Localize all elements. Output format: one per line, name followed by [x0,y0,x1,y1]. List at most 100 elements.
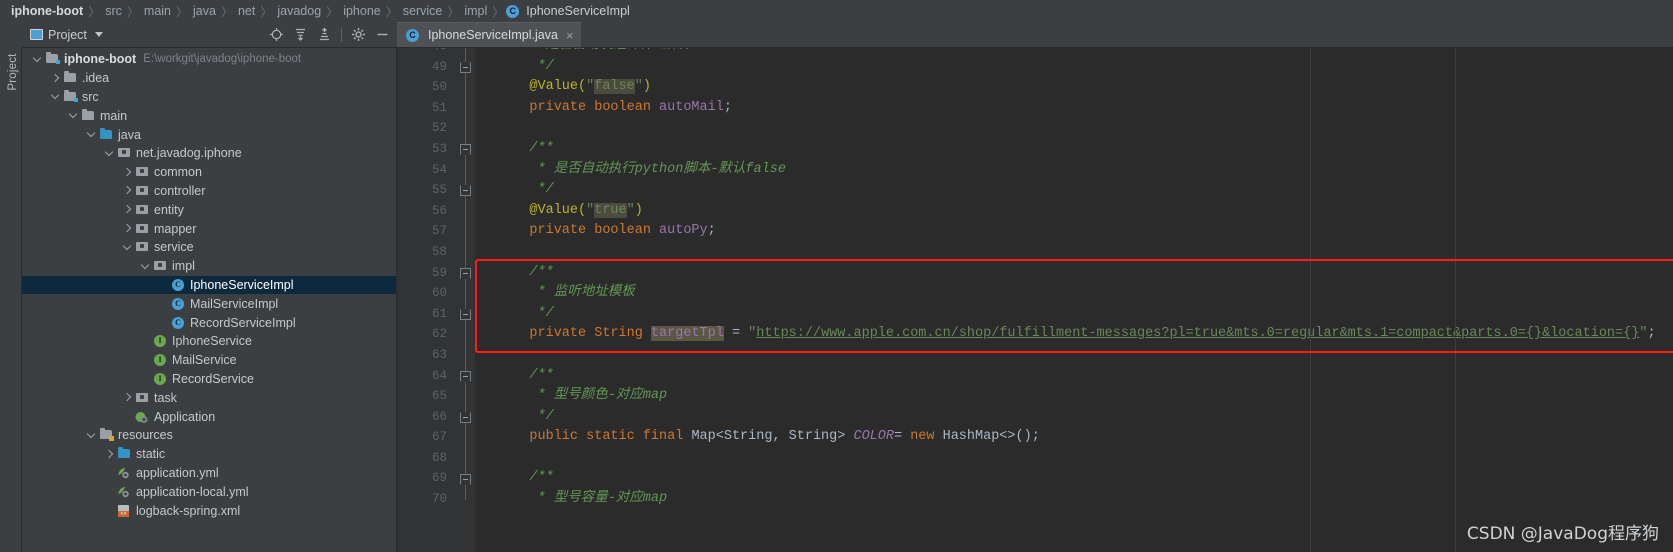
chevron-down-icon[interactable] [50,91,61,102]
tree-node-static[interactable]: static [22,445,396,464]
code-line[interactable] [475,242,1673,263]
chevron-down-icon[interactable] [104,148,115,159]
code-line[interactable]: * 是否自动发送邮件-默认false [475,48,1673,57]
breadcrumb-item-8[interactable]: impl [461,4,490,18]
chevron-right-icon[interactable] [122,185,133,196]
breadcrumb-item-4[interactable]: net [235,4,258,18]
hide-panel-icon[interactable] [375,27,390,42]
fold-toggle-69[interactable] [460,473,471,485]
code-line[interactable]: /** [475,139,1673,160]
chevron-right-icon[interactable] [50,73,61,84]
tree-node-application-yml[interactable]: application.yml [22,464,396,483]
breadcrumb-item-7[interactable]: service [400,4,446,18]
code-line[interactable]: */ [475,57,1673,78]
code-line[interactable]: public static final Map<String, String> … [475,427,1673,448]
line-number: 70 [431,492,447,507]
breadcrumb-item-1[interactable]: src [102,4,125,18]
code-line[interactable]: * 是否自动执行python脚本-默认false [475,160,1673,181]
breadcrumb-leaf[interactable]: IphoneServiceImpl [523,4,633,18]
code-line[interactable]: private String targetTpl = "https://www.… [475,324,1673,345]
tree-node-recordserviceimpl[interactable]: C RecordServiceImpl [22,313,396,332]
rail-button-project[interactable]: Project [7,50,19,94]
tree-node--idea[interactable]: .idea [22,69,396,88]
code-line[interactable]: */ [475,180,1673,201]
code-line[interactable] [475,448,1673,469]
watermark: CSDN @JavaDog程序狗 [1466,524,1659,544]
tree-node-main[interactable]: main [22,106,396,125]
code-editor[interactable]: 48 49 50 51 52 53 54 55 56 57 58 59 60 61 62 63 64 65 66 67… [397,48,1673,552]
code-folding-column[interactable] [457,48,475,552]
line-number: 63 [431,347,447,362]
fold-toggle-64[interactable] [460,370,471,382]
code-content[interactable]: * 是否自动发送邮件-默认false */ @Value("false") pr… [475,48,1673,552]
tree-node-recordservice[interactable]: I RecordService [22,370,396,389]
code-line[interactable]: * 型号颜色-对应map [475,386,1673,407]
tree-node-iphoneservice[interactable]: I IphoneService [22,332,396,351]
tree-node-src[interactable]: src [22,88,396,107]
code-line[interactable]: @Value("true") [475,201,1673,222]
tree-node-impl[interactable]: impl [22,257,396,276]
chevron-down-icon[interactable] [86,430,97,441]
tree-node-mailserviceimpl[interactable]: C MailServiceImpl [22,294,396,313]
breadcrumb-item-0[interactable]: iphone-boot [8,4,86,18]
fold-toggle-66[interactable] [460,411,471,423]
code-line[interactable]: /** [475,468,1673,489]
code-line[interactable]: private boolean autoPy; [475,221,1673,242]
tree-node-application-local-yml[interactable]: application-local.yml [22,482,396,501]
tree-node-mapper[interactable]: mapper [22,219,396,238]
tree-node-common[interactable]: common [22,163,396,182]
chevron-down-icon[interactable] [94,32,103,37]
tree-node-service[interactable]: service [22,238,396,257]
chevron-down-icon[interactable] [140,261,151,272]
locate-icon[interactable] [269,27,284,42]
editor-tab-iphoneserviceimpl[interactable]: C IphoneServiceImpl.java × [397,22,581,47]
tree-node-net-javadog-iphone[interactable]: net.javadog.iphone [22,144,396,163]
line-number: 52 [431,121,447,136]
fold-toggle-49[interactable] [460,61,471,73]
chevron-right-icon[interactable] [122,392,133,403]
tree-node-mailservice[interactable]: I MailService [22,351,396,370]
code-line[interactable]: */ [475,407,1673,428]
code-line[interactable]: @Value("false") [475,77,1673,98]
class-icon: C [406,28,419,42]
code-line[interactable]: private boolean autoMail; [475,98,1673,119]
breadcrumb-item-6[interactable]: iphone [340,4,384,18]
code-line[interactable]: /** [475,263,1673,284]
tree-node-iphone-boot[interactable]: iphone-boot E:\workgit\javadog\iphone-boo… [22,50,396,69]
chevron-right-icon[interactable] [122,204,133,215]
tree-node-java[interactable]: java [22,125,396,144]
project-title-group[interactable]: Project [22,28,103,42]
tree-node-entity[interactable]: entity [22,200,396,219]
chevron-right-icon[interactable] [104,449,115,460]
fold-toggle-61[interactable] [460,308,471,320]
chevron-right-icon[interactable] [122,223,133,234]
gear-icon[interactable] [351,27,366,42]
collapse-all-icon[interactable] [317,27,332,42]
code-line[interactable]: * 型号容量-对应map [475,489,1673,510]
chevron-down-icon[interactable] [122,242,133,253]
chevron-down-icon[interactable] [86,129,97,140]
tree-node-iphoneserviceimpl[interactable]: C IphoneServiceImpl [22,275,396,295]
code-line[interactable] [475,118,1673,139]
code-line[interactable]: */ [475,304,1673,325]
tree-node-application[interactable]: Application [22,407,396,426]
fold-toggle-55[interactable] [460,185,471,197]
chevron-down-icon[interactable] [32,54,43,65]
chevron-right-icon[interactable] [122,167,133,178]
tree-node-resources[interactable]: resources [22,426,396,445]
close-icon[interactable]: × [566,28,574,43]
code-line[interactable] [475,345,1673,366]
code-line[interactable]: * 监听地址模板 [475,283,1673,304]
breadcrumb-item-3[interactable]: java [190,4,219,18]
chevron-down-icon[interactable] [68,110,79,121]
breadcrumb-item-5[interactable]: javadog [274,4,324,18]
tree-node-task[interactable]: task [22,388,396,407]
tree-node-logback-spring-xml[interactable]: logback-spring.xml [22,501,396,520]
expand-all-icon[interactable] [293,27,308,42]
code-line[interactable]: /** [475,366,1673,387]
fold-toggle-53[interactable] [460,144,471,155]
fold-toggle-59[interactable] [460,267,471,279]
project-tree[interactable]: iphone-boot E:\workgit\javadog\iphone-boo… [22,48,397,552]
breadcrumb-item-2[interactable]: main [141,4,174,18]
tree-node-controller[interactable]: controller [22,182,396,201]
